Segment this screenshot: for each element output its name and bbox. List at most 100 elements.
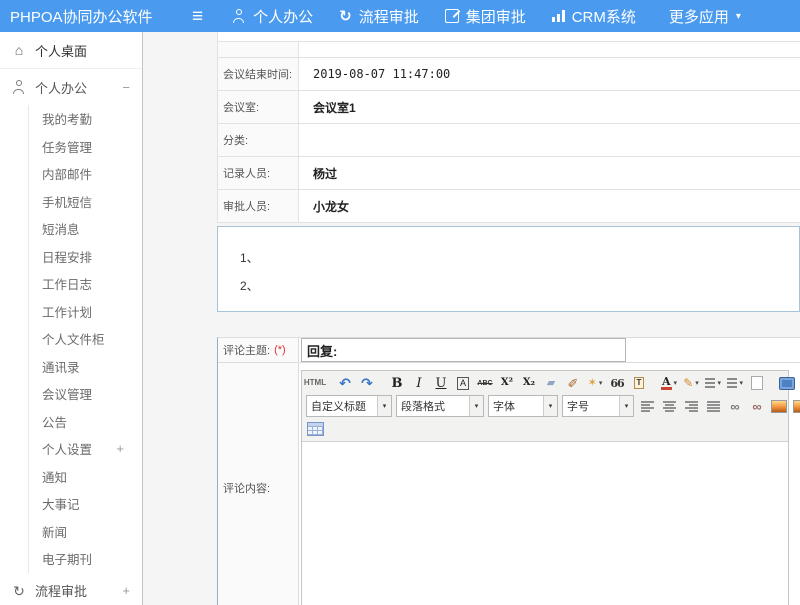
form-row-value xyxy=(299,42,800,57)
sidebar-item[interactable]: 个人办公− xyxy=(0,69,142,105)
topbar-nav-item[interactable]: 个人办公 xyxy=(219,0,326,32)
fullscreen-icon[interactable] xyxy=(777,373,797,393)
bold-button[interactable]: B xyxy=(387,373,407,393)
font-style-button[interactable]: A xyxy=(453,373,473,393)
sidebar-item[interactable]: 任务管理 xyxy=(28,133,142,161)
topbar-nav-label: 个人办公 xyxy=(253,6,313,27)
sidebar-item-label: 新闻 xyxy=(42,522,67,541)
format-painter-icon[interactable]: ✐ xyxy=(563,373,583,393)
link-icon[interactable]: ∞ xyxy=(725,396,745,416)
italic-button[interactable]: I xyxy=(409,373,429,393)
sidebar-item-label: 电子期刊 xyxy=(42,549,92,568)
sidebar-item[interactable]: 日程安排 xyxy=(28,243,142,271)
remove-format-icon[interactable]: ▰ xyxy=(541,373,561,393)
topbar-nav-item[interactable]: 更多应用▾ xyxy=(649,0,754,32)
sidebar-item-label: 公告 xyxy=(42,412,67,431)
sidebar: ⌂个人桌面个人办公− 我的考勤任务管理内部邮件手机短信短消息日程安排工作日志工作计… xyxy=(0,32,143,605)
sidebar-item-label: 短消息 xyxy=(42,219,80,238)
editor-content-area[interactable] xyxy=(302,442,788,605)
detail-table-rows: 会议结束时间:2019-08-07 11:47:00会议室:会议室1分类:记录人… xyxy=(218,58,800,223)
form-row-label: 会议室: xyxy=(218,91,299,123)
blockquote-button[interactable]: 66 xyxy=(607,373,627,393)
topbar-nav-label: 集团审批 xyxy=(466,6,526,27)
font-select[interactable]: 字体▾ xyxy=(488,395,558,417)
sidebar-item[interactable]: ⌂个人桌面 xyxy=(0,32,142,69)
highlight-color-icon[interactable]: ✎▾ xyxy=(681,373,701,393)
undo-icon[interactable]: ↶ xyxy=(335,373,355,393)
expand-icon[interactable]: + xyxy=(116,441,128,456)
sidebar-item[interactable]: 大事记 xyxy=(28,490,142,518)
sidebar-item-label: 个人设置 xyxy=(42,439,92,458)
ordered-list-icon[interactable]: ▾ xyxy=(703,373,723,393)
comment-form: 评论主题: (*) 评论内容: HTML↶↷BIUAABCX²X₂▰✐✶▾66T… xyxy=(217,337,800,605)
superscript-button[interactable]: X² xyxy=(497,373,517,393)
subscript-button[interactable]: X₂ xyxy=(519,373,539,393)
underline-button[interactable]: U xyxy=(431,373,451,393)
sidebar-item-label: 工作日志 xyxy=(42,274,92,293)
caret-down-icon: ▾ xyxy=(543,396,557,416)
label-text: 评论主题: xyxy=(223,342,270,358)
select-value: 自定义标题 xyxy=(307,396,377,416)
topbar-nav-item[interactable]: CRM系统 xyxy=(539,0,649,32)
expand-icon[interactable]: + xyxy=(122,583,134,598)
form-row-value: 会议室1 xyxy=(299,91,800,123)
size-select[interactable]: 字号▾ xyxy=(562,395,634,417)
unlink-icon[interactable]: ∞ xyxy=(747,396,767,416)
sidebar-item[interactable]: 工作日志 xyxy=(28,270,142,298)
sidebar-item-label: 手机短信 xyxy=(42,192,92,211)
sidebar-item[interactable]: 通知 xyxy=(28,463,142,491)
editor-toolbar: HTML↶↷BIUAABCX²X₂▰✐✶▾66TA▾✎▾▾▾ 自定义标题▾段落格… xyxy=(302,371,788,442)
sidebar-item[interactable]: 内部邮件 xyxy=(28,160,142,188)
sidebar-item[interactable]: 个人设置 + xyxy=(28,435,142,463)
sidebar-item[interactable]: 会议管理 xyxy=(28,380,142,408)
quick-format-icon[interactable]: ✶▾ xyxy=(585,373,605,393)
comment-subject-label: 评论主题: (*) xyxy=(218,338,299,362)
font-color-button[interactable]: A▾ xyxy=(659,373,679,393)
home-icon: ⌂ xyxy=(12,43,26,57)
heading-select[interactable]: 自定义标题▾ xyxy=(306,395,392,417)
sidebar-item[interactable]: 通讯录 xyxy=(28,353,142,381)
sidebar-item[interactable]: 短消息 xyxy=(28,215,142,243)
topbar-nav: 个人办公 ↻流程审批 集团审批 CRM系统更多应用▾ xyxy=(219,0,754,32)
table-row-clipped xyxy=(218,32,800,42)
align-center-icon[interactable] xyxy=(659,396,679,416)
sidebar-item[interactable]: 公告 xyxy=(28,408,142,436)
image-icon[interactable] xyxy=(769,396,789,416)
form-row-label: 记录人员: xyxy=(218,157,299,189)
unordered-list-icon[interactable]: ▾ xyxy=(725,373,745,393)
paste-word-icon[interactable]: T xyxy=(629,373,649,393)
align-left-icon[interactable] xyxy=(637,396,657,416)
strikethrough-button[interactable]: ABC xyxy=(475,373,495,393)
sidebar-item[interactable]: 手机短信 xyxy=(28,188,142,216)
form-row-label xyxy=(218,42,299,57)
sidebar-item-label: 通讯录 xyxy=(42,357,80,376)
form-row-value: 杨过 xyxy=(299,157,800,189)
caret-down-icon: ▾ xyxy=(674,379,678,387)
redo-icon[interactable]: ↷ xyxy=(357,373,377,393)
person-icon xyxy=(12,80,26,94)
new-page-icon[interactable] xyxy=(747,373,767,393)
topbar-nav-item[interactable]: ↻流程审批 xyxy=(326,0,432,32)
sidebar-item-label: 流程审批 xyxy=(35,581,87,600)
justify-icon[interactable] xyxy=(703,396,723,416)
sidebar-item[interactable]: 个人文件柜 xyxy=(28,325,142,353)
sidebar-item[interactable]: 工作计划 xyxy=(28,298,142,326)
image-upload-icon[interactable] xyxy=(791,396,800,416)
toolbar-row-2: 自定义标题▾段落格式▾字体▾字号▾∞∞ xyxy=(304,394,786,418)
comment-subject-cell xyxy=(299,338,800,362)
table-icon[interactable] xyxy=(305,419,326,439)
table-row: 会议室:会议室1 xyxy=(218,91,800,124)
align-right-icon[interactable] xyxy=(681,396,701,416)
collapse-icon[interactable]: − xyxy=(122,80,134,95)
caret-down-icon: ▾ xyxy=(377,396,391,416)
sidebar-item[interactable]: 我的考勤 xyxy=(28,105,142,133)
sidebar-item-label: 我的考勤 xyxy=(42,109,92,128)
topbar-nav-item[interactable]: 集团审批 xyxy=(432,0,539,32)
comment-subject-input[interactable] xyxy=(301,338,626,362)
html-source-button[interactable]: HTML xyxy=(305,373,325,393)
format-select[interactable]: 段落格式▾ xyxy=(396,395,484,417)
hamburger-menu-icon[interactable]: ≡ xyxy=(192,7,203,26)
sidebar-item[interactable]: ↻流程审批+ xyxy=(0,573,142,605)
sidebar-item[interactable]: 电子期刊 xyxy=(28,545,142,573)
sidebar-item[interactable]: 新闻 xyxy=(28,518,142,546)
